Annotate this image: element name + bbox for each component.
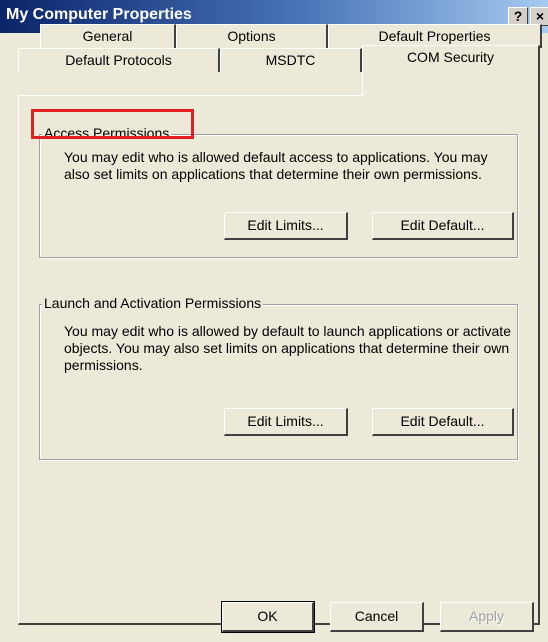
tab-general[interactable]: General <box>40 24 176 48</box>
button-label: Edit Default... <box>400 217 485 233</box>
tab-label: Default Properties <box>378 28 491 44</box>
highlight-box <box>31 109 194 139</box>
button-label: Cancel <box>354 608 399 624</box>
tab-com-security[interactable]: COM Security <box>362 45 540 97</box>
access-permissions-group: Access Permissions You may edit who is a… <box>39 125 518 258</box>
button-label: Apply <box>468 608 505 624</box>
help-icon: ? <box>513 8 523 24</box>
button-label: Edit Limits... <box>247 217 324 233</box>
launch-activation-description: You may edit who is allowed by default t… <box>64 323 511 373</box>
launch-edit-default-button[interactable]: Edit Default... <box>372 408 514 436</box>
access-edit-limits-button[interactable]: Edit Limits... <box>224 212 348 240</box>
tab-label: COM Security <box>406 49 495 65</box>
close-icon: × <box>535 8 545 24</box>
button-label: Edit Default... <box>400 413 485 429</box>
launch-activation-title: Launch and Activation Permissions <box>42 295 264 311</box>
button-label: OK <box>257 608 278 624</box>
launch-edit-limits-button[interactable]: Edit Limits... <box>224 408 348 436</box>
tab-default-protocols[interactable]: Default Protocols <box>18 48 220 72</box>
access-permissions-description: You may edit who is allowed default acce… <box>64 149 488 182</box>
window-title: My Computer Properties <box>6 6 192 23</box>
tab-msdtc[interactable]: MSDTC <box>220 48 362 72</box>
tab-label: Options <box>227 28 276 44</box>
tab-label: General <box>82 28 133 44</box>
tab-label: MSDTC <box>265 52 316 68</box>
ok-button[interactable]: OK <box>221 601 315 633</box>
launch-activation-group: Launch and Activation Permissions You ma… <box>39 295 518 460</box>
com-security-panel: Access Permissions You may edit who is a… <box>18 95 540 625</box>
button-label: Edit Limits... <box>247 413 324 429</box>
tab-options[interactable]: Options <box>176 24 328 48</box>
cancel-button[interactable]: Cancel <box>330 602 424 632</box>
tab-label: Default Protocols <box>65 52 172 68</box>
access-edit-default-button[interactable]: Edit Default... <box>372 212 514 240</box>
apply-button[interactable]: Apply <box>440 602 534 632</box>
